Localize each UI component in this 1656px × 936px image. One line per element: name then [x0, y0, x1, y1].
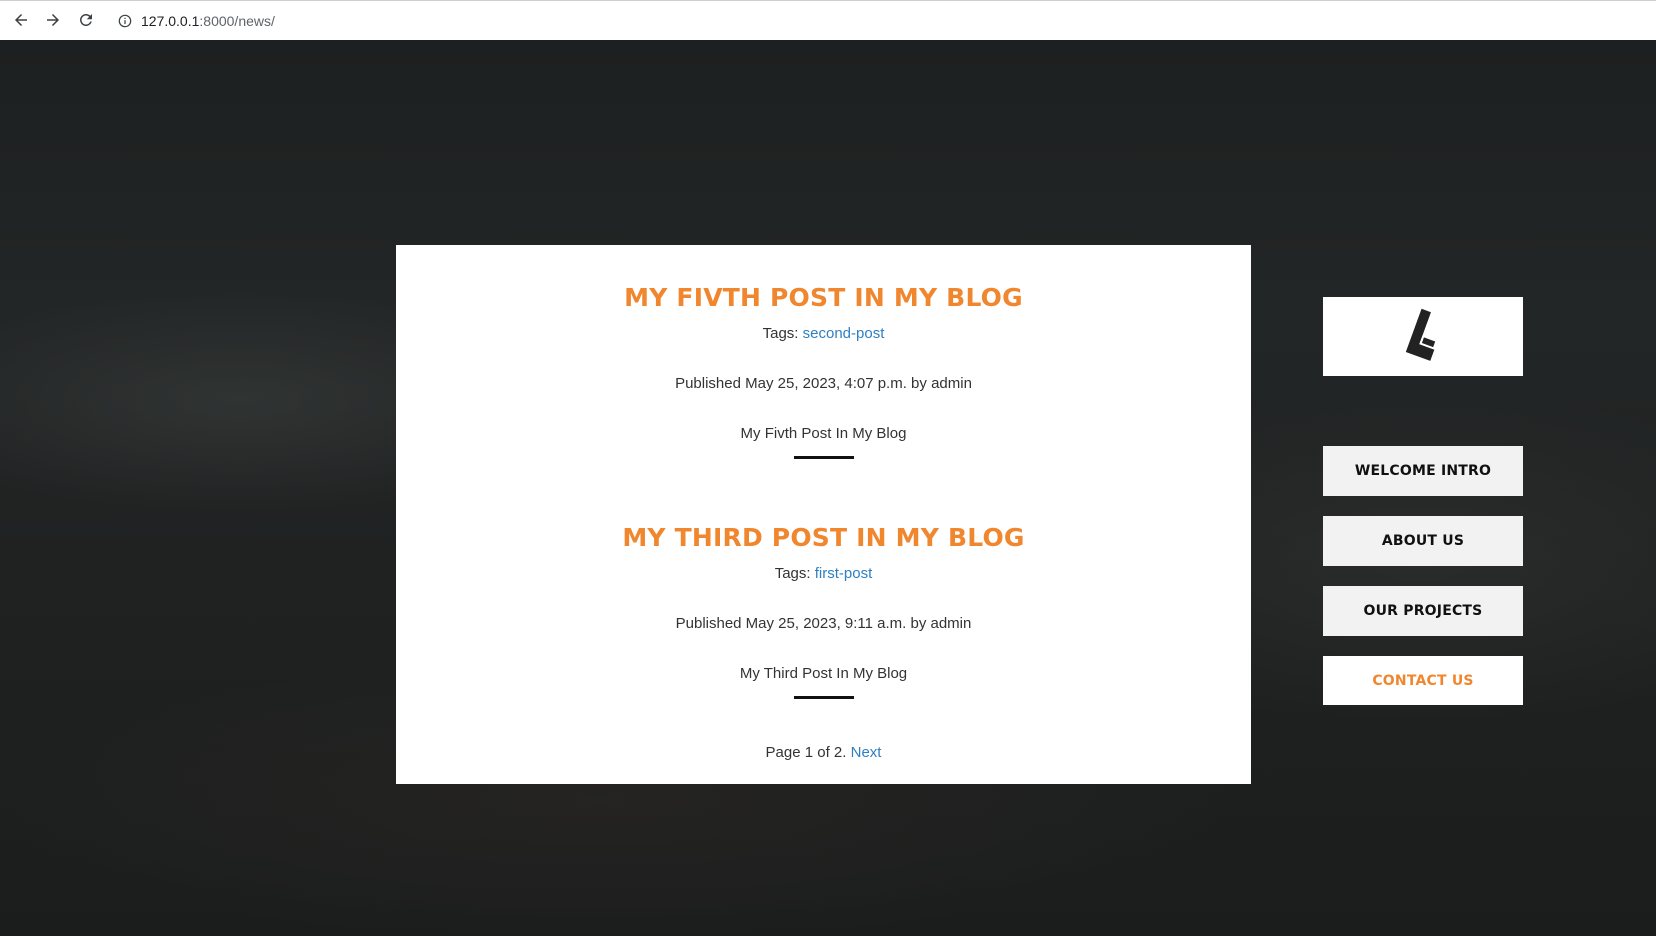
news-list-card: MY FIVTH POST IN MY BLOG Tags: second-po… — [396, 245, 1251, 784]
post-published: Published May 25, 2023, 4:07 p.m. by adm… — [675, 375, 972, 392]
page-indicator: Page 1 of 2. — [765, 744, 847, 761]
nav-contact-us-button[interactable]: CONTACT US — [1323, 656, 1523, 705]
tag-link[interactable]: first-post — [815, 565, 873, 582]
tags-label: Tags: — [774, 565, 811, 582]
post-body: My Fivth Post In My Blog — [740, 425, 907, 442]
post-item: MY FIVTH POST IN MY BLOG Tags: second-po… — [396, 281, 1251, 459]
post-body: My Third Post In My Blog — [739, 665, 908, 682]
nav-welcome-intro-button[interactable]: WELCOME INTRO — [1323, 446, 1523, 496]
post-title[interactable]: MY FIVTH POST IN MY BLOG — [396, 281, 1251, 315]
post-tags: Tags: second-post — [396, 323, 1251, 345]
logo-icon — [1405, 308, 1438, 361]
url-host: 127.0.0.1 — [141, 13, 200, 29]
address-bar[interactable]: 127.0.0.1:8000/news/ — [108, 7, 1628, 35]
post-divider — [793, 456, 854, 459]
post-published: Published May 25, 2023, 9:11 a.m. by adm… — [675, 615, 972, 632]
post-tags: Tags: first-post — [396, 563, 1251, 585]
nav-about-us-button[interactable]: ABOUT US — [1323, 516, 1523, 566]
forward-arrow-icon[interactable] — [41, 8, 65, 32]
post-item: MY THIRD POST IN MY BLOG Tags: first-pos… — [396, 521, 1251, 699]
tag-link[interactable]: second-post — [803, 325, 885, 342]
reload-icon[interactable] — [74, 8, 98, 32]
pagination: Page 1 of 2. Next — [396, 742, 1251, 764]
post-divider — [793, 696, 854, 699]
nav-our-projects-button[interactable]: OUR PROJECTS — [1323, 586, 1523, 636]
tags-label: Tags: — [762, 325, 799, 342]
back-arrow-icon[interactable] — [9, 8, 33, 32]
next-page-link[interactable]: Next — [851, 744, 882, 761]
browser-toolbar: 127.0.0.1:8000/news/ — [0, 0, 1656, 40]
url-text: 127.0.0.1:8000/news/ — [141, 13, 275, 29]
post-title[interactable]: MY THIRD POST IN MY BLOG — [396, 521, 1251, 555]
site-logo[interactable] — [1323, 297, 1523, 376]
url-path: :8000/news/ — [199, 13, 275, 29]
info-icon[interactable] — [117, 13, 133, 29]
